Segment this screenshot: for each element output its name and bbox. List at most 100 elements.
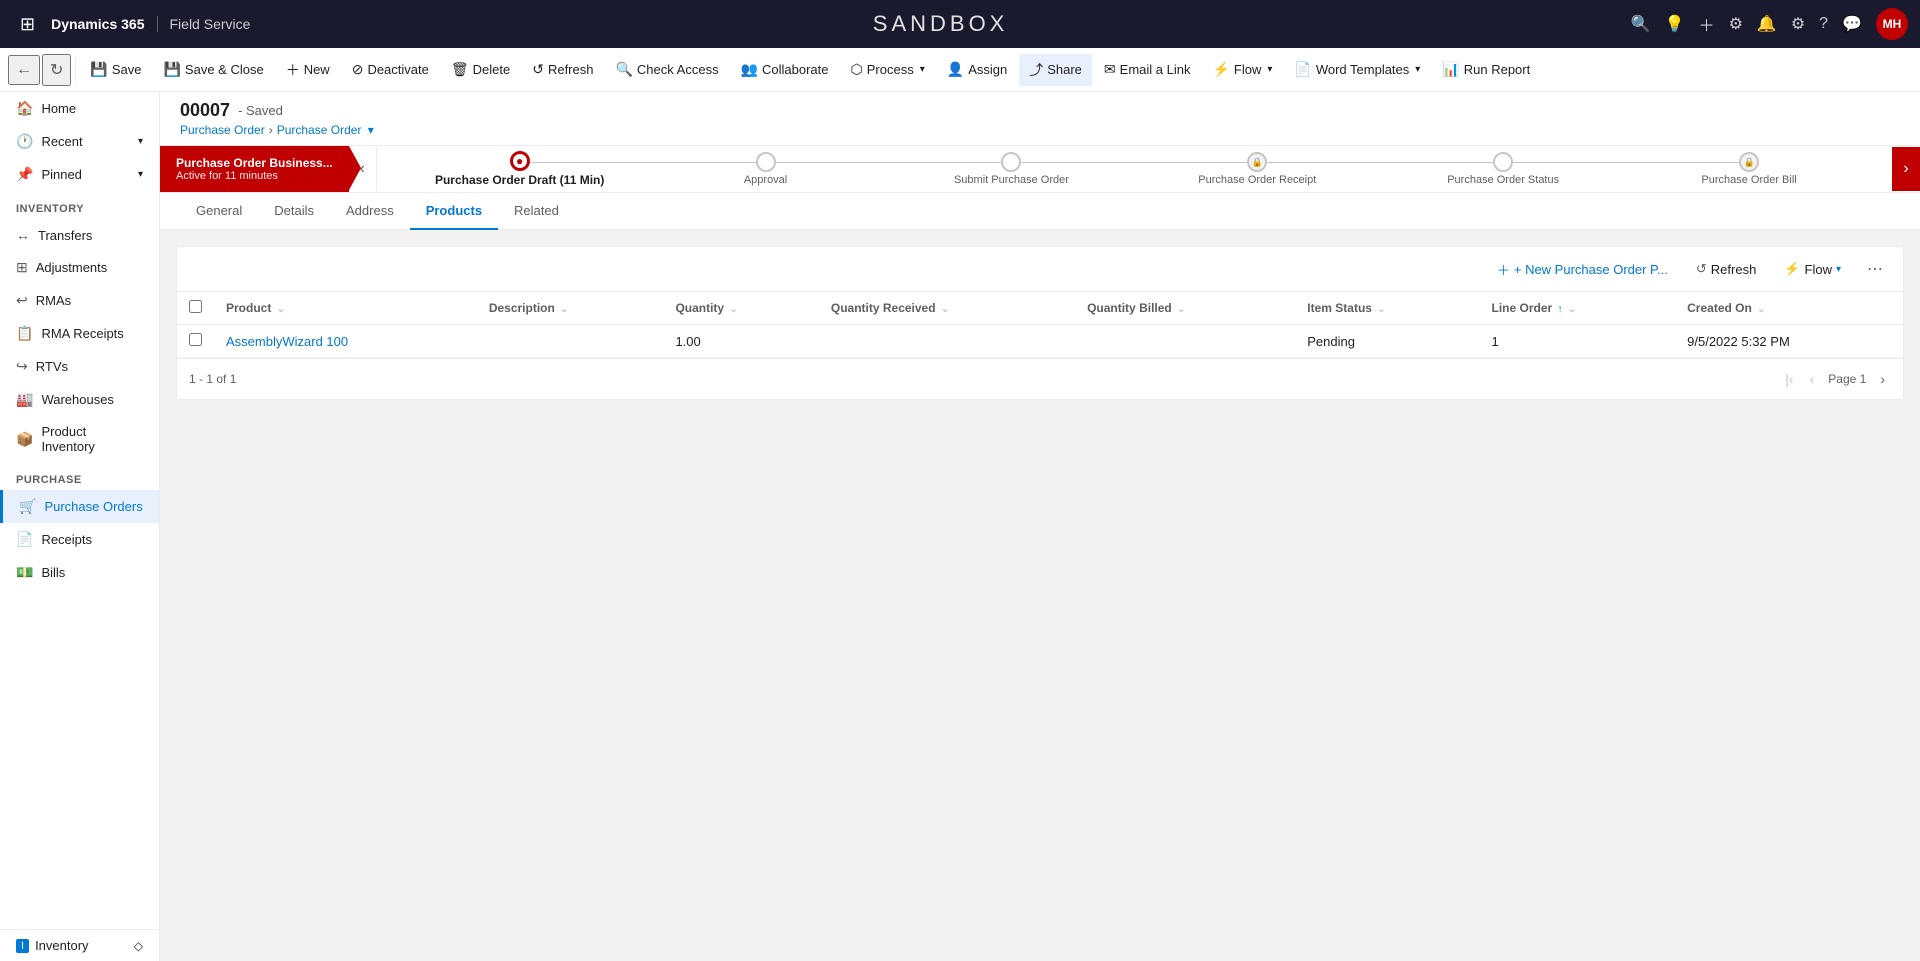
sidebar-item-home[interactable]: 🏠 Home xyxy=(0,92,159,125)
word-templates-button[interactable]: 📄 Word Templates ▾ xyxy=(1284,54,1430,86)
plus-icon[interactable]: ＋ xyxy=(1699,12,1715,36)
sort-product-icon: ⌄ xyxy=(277,304,285,315)
question-icon[interactable]: ? xyxy=(1819,15,1828,33)
sidebar-item-receipts[interactable]: 📄 Receipts xyxy=(0,523,159,556)
rma-receipts-icon: 📋 xyxy=(16,325,33,342)
user-avatar[interactable]: MH xyxy=(1876,8,1908,40)
product-inventory-icon: 📦 xyxy=(16,431,33,448)
process-step-bill[interactable]: 🔒 Purchase Order Bill xyxy=(1626,152,1872,186)
assign-button[interactable]: 👤 Assign xyxy=(937,54,1017,86)
col-qty-received[interactable]: Quantity Received ⌄ xyxy=(819,292,1075,325)
purchase-orders-icon: 🛒 xyxy=(19,498,36,515)
new-icon: ＋ xyxy=(286,60,300,80)
app-name: Field Service xyxy=(166,16,251,32)
select-all-header[interactable] xyxy=(177,292,214,325)
sidebar-item-transfers-label: Transfers xyxy=(38,228,92,243)
back-button[interactable]: ← xyxy=(8,55,40,85)
process-next-button[interactable]: › xyxy=(1892,147,1920,191)
refresh-icon: ↺ xyxy=(532,61,544,78)
search-icon[interactable]: 🔍 xyxy=(1631,14,1651,34)
row-checkbox-cell[interactable] xyxy=(177,325,214,358)
col-line-order[interactable]: Line Order ↑ ⌄ xyxy=(1480,292,1676,325)
col-created-on[interactable]: Created On ⌄ xyxy=(1675,292,1903,325)
grid-more-button[interactable]: ⋯ xyxy=(1859,255,1891,283)
new-purchase-order-button[interactable]: ＋ + New Purchase Order P... xyxy=(1487,255,1678,283)
gear-icon[interactable]: ⚙ xyxy=(1791,14,1805,34)
tab-related[interactable]: Related xyxy=(498,193,575,230)
sidebar-item-transfers[interactable]: ↔ Transfers xyxy=(0,219,159,251)
sidebar-item-warehouses[interactable]: 🏭 Warehouses xyxy=(0,383,159,416)
top-nav: ⊞ Dynamics 365 Field Service SANDBOX 🔍 💡… xyxy=(0,0,1920,48)
sort-qty-received-icon: ⌄ xyxy=(941,304,949,315)
grid-area: ＋ + New Purchase Order P... ↺ Refresh ⚡ … xyxy=(176,246,1904,400)
sidebar-item-adjustments[interactable]: ⊞ Adjustments xyxy=(0,251,159,284)
forward-button[interactable]: ↻ xyxy=(42,54,71,86)
pinned-expand-icon: ▾ xyxy=(138,169,143,180)
col-description[interactable]: Description ⌄ xyxy=(477,292,664,325)
tab-products[interactable]: Products xyxy=(410,193,498,230)
bell-icon[interactable]: 🔔 xyxy=(1757,14,1777,34)
sidebar-item-rtvs[interactable]: ↪ RTVs xyxy=(0,350,159,383)
sidebar-item-recent[interactable]: 🕐 Recent ▾ xyxy=(0,125,159,158)
table-row: AssemblyWizard 100 1.00 Pending 1 9/5/20… xyxy=(177,325,1903,358)
flow-button[interactable]: ⚡ Flow ▾ xyxy=(1202,54,1282,86)
breadcrumb-item-1[interactable]: Purchase Order xyxy=(180,123,265,137)
page-first-button[interactable]: |‹ xyxy=(1779,367,1799,391)
process-step-status[interactable]: Purchase Order Status xyxy=(1380,152,1626,186)
process-step-submit[interactable]: Submit Purchase Order xyxy=(888,152,1134,186)
col-item-status[interactable]: Item Status ⌄ xyxy=(1295,292,1479,325)
save-button[interactable]: 💾 Save xyxy=(80,54,151,86)
grid-flow-button[interactable]: ⚡ Flow ▾ xyxy=(1774,255,1851,283)
page-next-button[interactable]: › xyxy=(1874,367,1891,391)
tab-details[interactable]: Details xyxy=(258,193,330,230)
breadcrumb-item-2[interactable]: Purchase Order ▾ xyxy=(277,123,374,137)
row-checkbox[interactable] xyxy=(189,333,202,346)
refresh-button[interactable]: ↺ Refresh xyxy=(522,54,603,86)
assign-icon: 👤 xyxy=(947,61,964,78)
page-label: Page 1 xyxy=(1824,372,1870,386)
sidebar-item-rma-receipts[interactable]: 📋 RMA Receipts xyxy=(0,317,159,350)
sidebar-item-pinned[interactable]: 📌 Pinned ▾ xyxy=(0,158,159,191)
col-qty-billed[interactable]: Quantity Billed ⌄ xyxy=(1075,292,1295,325)
check-access-icon: 🔍 xyxy=(615,61,632,78)
product-link[interactable]: AssemblyWizard 100 xyxy=(226,334,348,349)
sidebar-item-rmas[interactable]: ↩ RMAs xyxy=(0,284,159,317)
sidebar-item-bills[interactable]: 💵 Bills xyxy=(0,556,159,589)
collaborate-button[interactable]: 👥 Collaborate xyxy=(731,54,839,86)
home-icon: 🏠 xyxy=(16,100,33,117)
delete-button[interactable]: 🗑 Delete xyxy=(441,54,520,86)
sidebar-bottom-inventory[interactable]: I Inventory ◇ xyxy=(0,929,159,961)
flow-dropdown-icon: ▾ xyxy=(1267,64,1272,75)
new-button[interactable]: ＋ New xyxy=(276,54,340,86)
page-prev-button[interactable]: ‹ xyxy=(1804,367,1821,391)
breadcrumb-dropdown-icon[interactable]: ▾ xyxy=(368,123,374,137)
grid-refresh-button[interactable]: ↺ Refresh xyxy=(1686,255,1766,283)
process-step-draft[interactable]: ● Purchase Order Draft (11 Min) xyxy=(397,151,643,187)
email-link-button[interactable]: ✉ Email a Link xyxy=(1094,54,1201,86)
run-report-button[interactable]: 📊 Run Report xyxy=(1432,54,1540,86)
col-product[interactable]: Product ⌄ xyxy=(214,292,477,325)
active-process-stage[interactable]: Purchase Order Business... Active for 11… xyxy=(160,146,349,192)
waffle-menu[interactable]: ⊞ xyxy=(12,10,43,39)
check-access-button[interactable]: 🔍 Check Access xyxy=(605,54,728,86)
grid-header-row: Product ⌄ Description ⌄ Quantity ⌄ Qua xyxy=(177,292,1903,325)
filter-icon[interactable]: ⚙ xyxy=(1729,14,1743,34)
lightbulb-icon[interactable]: 💡 xyxy=(1665,14,1685,34)
process-step-approval[interactable]: Approval xyxy=(643,152,889,186)
save-close-button[interactable]: 💾 Save & Close xyxy=(153,54,273,86)
sidebar-item-product-inventory[interactable]: 📦 Product Inventory xyxy=(0,416,159,462)
chat-icon[interactable]: 💬 xyxy=(1842,14,1862,34)
deactivate-button[interactable]: ⊘ Deactivate xyxy=(342,54,439,86)
col-quantity[interactable]: Quantity ⌄ xyxy=(663,292,818,325)
brand-logo[interactable]: Dynamics 365 xyxy=(51,16,157,32)
process-label-approval: Approval xyxy=(744,174,787,186)
process-button[interactable]: ⬡ Process ▾ xyxy=(841,54,935,86)
process-label-bill: Purchase Order Bill xyxy=(1701,174,1796,186)
select-all-checkbox[interactable] xyxy=(189,300,202,313)
tab-address[interactable]: Address xyxy=(330,193,410,230)
process-step-receipt[interactable]: 🔒 Purchase Order Receipt xyxy=(1134,152,1380,186)
process-circle-bill: 🔒 xyxy=(1739,152,1759,172)
tab-general[interactable]: General xyxy=(180,193,258,230)
share-button[interactable]: ⤴ Share xyxy=(1019,54,1092,86)
sidebar-item-purchase-orders[interactable]: 🛒 Purchase Orders xyxy=(0,490,159,523)
